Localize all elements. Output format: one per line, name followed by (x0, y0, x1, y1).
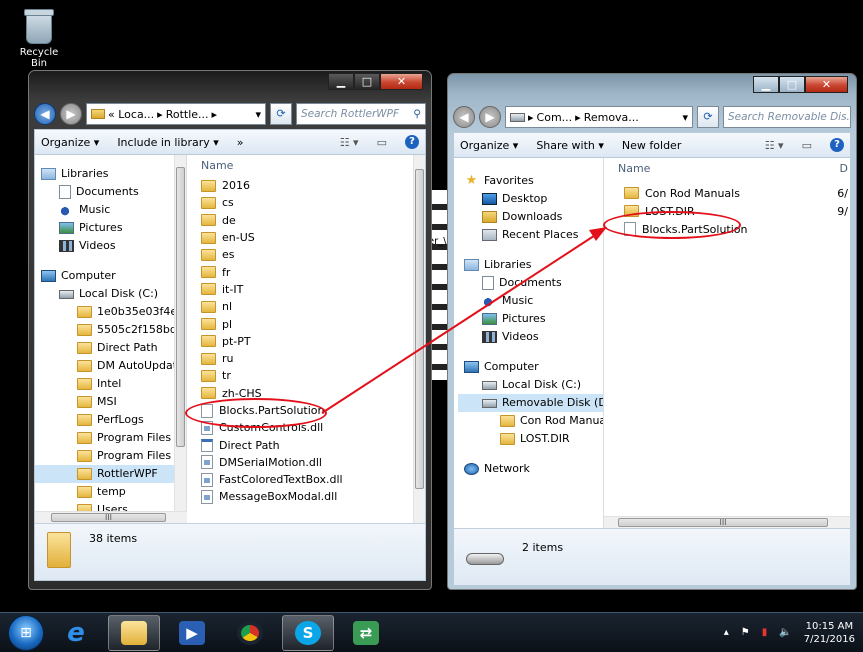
clock-date: 7/21/2016 (803, 633, 855, 645)
taskbar-media-app[interactable]: ▶ (166, 615, 218, 651)
action-center-icon[interactable]: ⚑ (741, 627, 750, 638)
taskbar: ⊞ e ▶ S ⇄ ▴ ⚑ ▮ 🔈 10:15 AM 7/21/2016 (0, 612, 863, 652)
chrome-icon (237, 620, 263, 645)
folder-icon (121, 620, 147, 645)
network-transfer-icon: ⇄ (353, 620, 379, 645)
clock-time: 10:15 AM (805, 620, 854, 632)
drag-annotation (321, 227, 607, 414)
taskbar-skype[interactable]: S (282, 614, 334, 651)
skype-icon: S (295, 620, 321, 645)
show-hidden-icons-button[interactable]: ▴ (724, 627, 729, 638)
network-icon[interactable]: ▮ (762, 627, 768, 638)
start-button[interactable]: ⊞ (8, 614, 44, 651)
system-tray: ▴ ⚑ ▮ 🔈 10:15 AM 7/21/2016 (724, 620, 863, 646)
clock[interactable]: 10:15 AM 7/21/2016 (804, 620, 855, 646)
taskbar-remote-app[interactable]: ⇄ (340, 615, 392, 651)
internet-explorer-icon: e (67, 617, 85, 648)
taskbar-windows-explorer[interactable] (108, 614, 160, 651)
taskbar-chrome[interactable] (224, 615, 276, 651)
highlight-circle-source (185, 398, 327, 428)
highlight-circle-destination (603, 211, 741, 239)
volume-muted-icon[interactable]: 🔈 (779, 627, 791, 638)
taskbar-internet-explorer[interactable]: e (50, 615, 102, 651)
play-icon: ▶ (179, 620, 205, 645)
